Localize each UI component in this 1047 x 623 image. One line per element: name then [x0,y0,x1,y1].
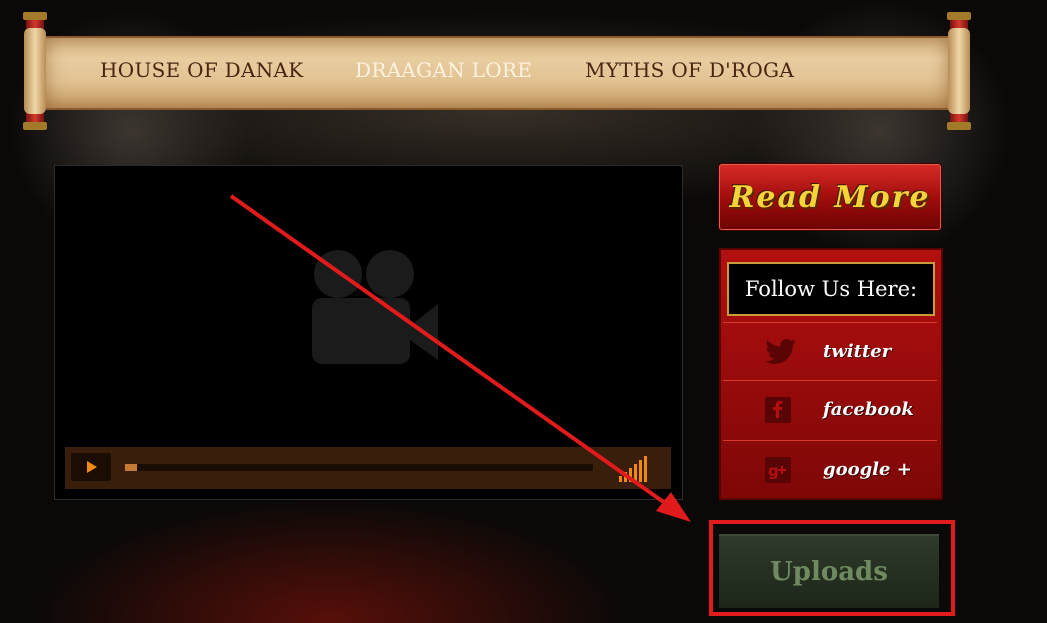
annotation-arrow [229,194,691,522]
